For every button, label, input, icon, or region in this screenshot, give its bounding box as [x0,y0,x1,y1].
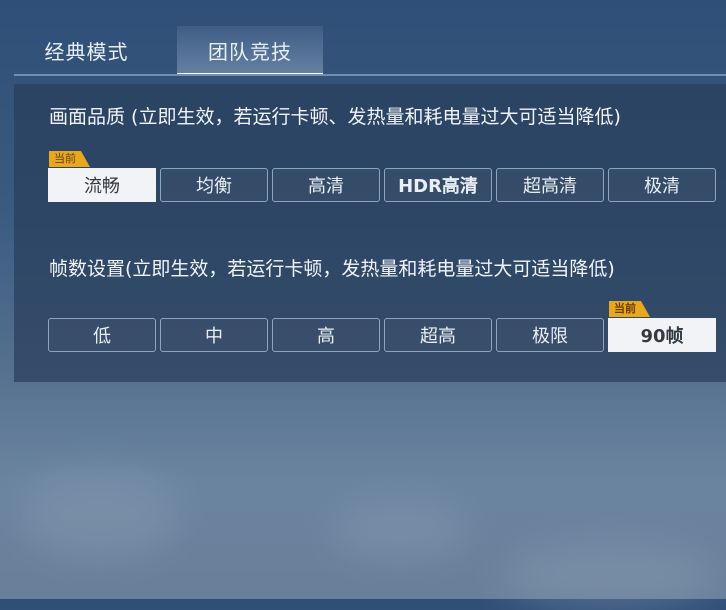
current-badge: 当前 [609,301,650,317]
framerate-option-extreme[interactable]: 极限 [496,318,604,352]
mode-tabs: 经典模式 团队竞技 [14,26,726,76]
quality-section-title: 画面品质 (立即生效，若运行卡顿、发热量和耗电量过大可适当降低) [49,106,621,128]
quality-option-extreme-hd[interactable]: 极清 [608,168,716,202]
framerate-option-90fps[interactable]: 当前 90帧 [608,301,716,352]
quality-option-smooth[interactable]: 当前 流畅 [48,151,156,202]
quality-option-ultra-hd[interactable]: 超高清 [496,168,604,202]
tab-classic-mode[interactable]: 经典模式 [14,26,159,74]
framerate-option-ultra[interactable]: 超高 [384,318,492,352]
quality-option-hd[interactable]: 高清 [272,168,380,202]
framerate-option-low[interactable]: 低 [48,318,156,352]
quality-option-balanced[interactable]: 均衡 [160,168,268,202]
background-cloud [20,470,180,560]
background-cloud [500,540,720,610]
quality-option-hdr-hd[interactable]: HDR高清 [384,168,492,202]
tab-divider [14,74,726,76]
settings-panel: 画面品质 (立即生效，若运行卡顿、发热量和耗电量过大可适当降低) 当前 流畅 均… [14,84,726,382]
tab-team-competition[interactable]: 团队竞技 [177,26,323,76]
current-badge: 当前 [49,151,90,167]
option-label: 流畅 [84,176,120,197]
framerate-section-title: 帧数设置(立即生效，若运行卡顿，发热量和耗电量过大可适当降低) [49,258,615,280]
framerate-option-medium[interactable]: 中 [160,318,268,352]
background-cloud [330,500,470,560]
option-label: 90帧 [640,326,684,347]
framerate-option-high[interactable]: 高 [272,318,380,352]
